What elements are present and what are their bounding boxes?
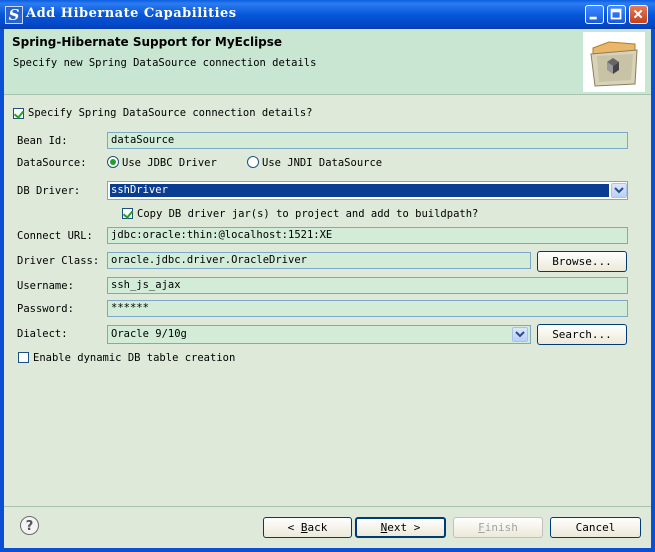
window-title: Add Hibernate Capabilities [26, 6, 237, 21]
chevron-down-icon [515, 331, 525, 338]
finish-button[interactable]: Finish [453, 517, 543, 538]
title-bar[interactable]: S Add Hibernate Capabilities [0, 0, 655, 29]
myeclipse-s-icon: S [5, 6, 23, 24]
back-button[interactable]: < Back [263, 517, 352, 538]
specify-datasource-checkbox[interactable] [13, 108, 24, 119]
window-border-right [651, 29, 655, 552]
specify-datasource-label: Specify Spring DataSource connection det… [28, 107, 313, 119]
minimize-icon [589, 16, 597, 20]
db-driver-select[interactable]: sshDriver [107, 181, 628, 200]
password-label: Password: [17, 303, 74, 315]
dialect-label: Dialect: [17, 328, 68, 340]
use-jndi-datasource-radio[interactable] [247, 156, 259, 168]
close-icon [633, 9, 643, 19]
back-prefix: < [287, 521, 301, 534]
connect-url-field[interactable]: jdbc:oracle:thin:@localhost:1521:XE [107, 227, 628, 244]
use-jdbc-driver-label: Use JDBC Driver [122, 157, 217, 169]
back-mnemonic: B [300, 521, 308, 534]
search-button[interactable]: Search... [537, 324, 627, 345]
close-button[interactable] [629, 5, 648, 24]
driver-class-label: Driver Class: [17, 255, 100, 267]
bean-id-field[interactable]: dataSource [107, 132, 628, 149]
connect-url-label: Connect URL: [17, 230, 93, 242]
folder-with-package-icon [583, 32, 645, 92]
password-field[interactable]: ****** [107, 300, 628, 317]
cancel-button[interactable]: Cancel [550, 517, 641, 538]
dynamic-table-checkbox[interactable] [18, 352, 29, 363]
copy-jar-label: Copy DB driver jar(s) to project and add… [137, 208, 479, 220]
username-field[interactable]: ssh_js_ajax [107, 277, 628, 294]
window-border-bottom [0, 548, 655, 552]
bean-id-label: Bean Id: [17, 135, 68, 147]
maximize-icon [610, 8, 622, 20]
footer-separator [4, 506, 651, 507]
banner-title: Spring-Hibernate Support for MyEclipse [12, 35, 283, 49]
driver-class-field[interactable]: oracle.jdbc.driver.OracleDriver [107, 252, 531, 269]
minimize-button[interactable] [585, 5, 604, 24]
datasource-label: DataSource: [17, 157, 87, 169]
db-driver-label: DB Driver: [17, 185, 81, 197]
dialect-selected-value: Oracle 9/10g [111, 328, 187, 340]
db-driver-dropdown-button[interactable] [611, 183, 627, 198]
use-jdbc-driver-radio[interactable] [107, 156, 119, 168]
finish-label-rest: inish [484, 521, 518, 534]
dialect-select[interactable]: Oracle 9/10g [107, 325, 531, 344]
use-jndi-datasource-label: Use JNDI DataSource [262, 157, 383, 169]
username-label: Username: [17, 280, 74, 292]
next-button[interactable]: Next > [355, 517, 446, 538]
back-label-rest: ack [307, 521, 328, 534]
finish-mnemonic: F [478, 521, 485, 534]
dialect-dropdown-button[interactable] [512, 327, 528, 342]
banner-description: Specify new Spring DataSource connection… [13, 57, 317, 69]
help-icon[interactable]: ? [20, 516, 39, 535]
window-border-left [0, 29, 4, 552]
db-driver-selected-value: sshDriver [110, 184, 609, 197]
copy-jar-checkbox[interactable] [122, 208, 133, 219]
chevron-down-icon [614, 187, 624, 194]
browse-button[interactable]: Browse... [537, 251, 627, 272]
dynamic-table-label: Enable dynamic DB table creation [33, 352, 236, 364]
maximize-button[interactable] [607, 5, 626, 24]
wizard-banner: Spring-Hibernate Support for MyEclipse S… [4, 29, 651, 95]
next-label-rest: ext > [387, 521, 421, 534]
